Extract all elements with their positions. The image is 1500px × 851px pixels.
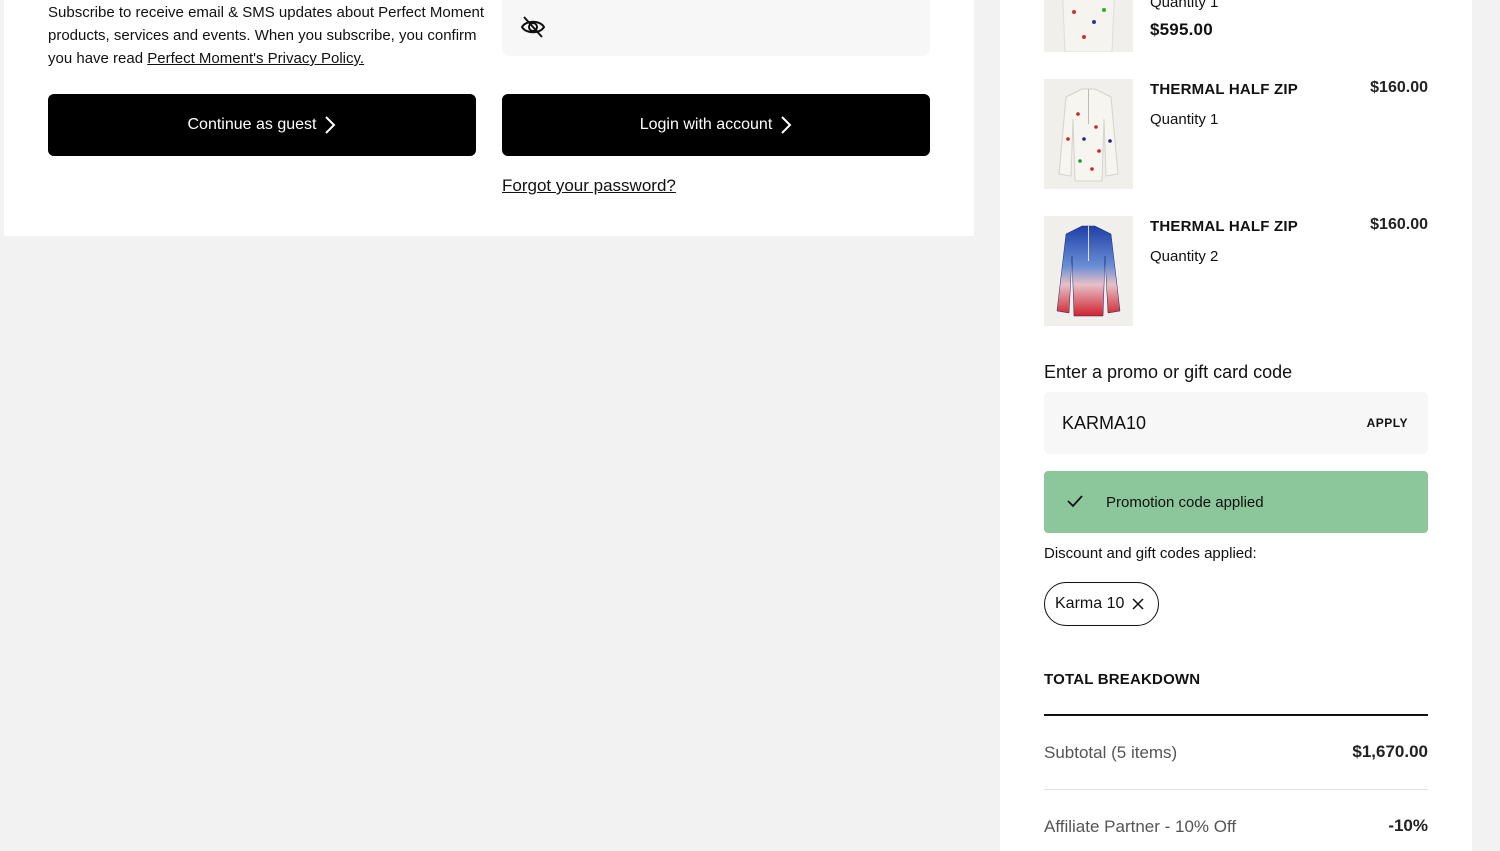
chevron-right-icon	[781, 116, 792, 134]
item-price: $160.00	[1370, 79, 1428, 96]
item-name: THERMAL HALF ZIP	[1150, 218, 1298, 235]
privacy-policy-link[interactable]: Perfect Moment's Privacy Policy.	[147, 50, 364, 67]
promo-success-text: Promotion code applied	[1106, 494, 1264, 511]
total-breakdown-heading: TOTAL BREAKDOWN	[1044, 671, 1201, 688]
cart-item: THERMAL HALF ZIP Quantity 2 $160.00	[1044, 216, 1428, 326]
promo-code-value[interactable]: KARMA10	[1062, 413, 1146, 434]
item-name: THERMAL HALF ZIP	[1150, 81, 1298, 98]
continue-as-guest-button[interactable]: Continue as guest	[48, 94, 476, 156]
product-image	[1044, 79, 1133, 189]
chevron-right-icon	[325, 116, 336, 134]
checkout-auth-card: Subscribe to receive email & SMS updates…	[4, 0, 974, 236]
check-icon	[1067, 495, 1083, 508]
subtotal-label: Subtotal (5 items)	[1044, 743, 1178, 762]
product-image	[1044, 216, 1133, 326]
hide-password-icon[interactable]	[520, 14, 546, 40]
divider	[1044, 714, 1428, 716]
login-with-account-button[interactable]: Login with account	[502, 94, 930, 156]
promo-code-input[interactable]: KARMA10 APPLY	[1044, 392, 1428, 454]
divider	[1044, 789, 1428, 790]
cart-item: THERMAL HALF ZIP Quantity 1 $160.00	[1044, 79, 1428, 189]
applied-code-chip[interactable]: Karma 10	[1044, 582, 1160, 626]
discount-line-value: -10%	[1388, 816, 1428, 835]
item-quantity: Quantity 1	[1150, 111, 1219, 128]
discount-line-label: Affiliate Partner - 10% Off	[1044, 817, 1237, 836]
cart-item: Quantity 1 $595.00	[1044, 0, 1428, 52]
promo-success-banner: Promotion code applied	[1044, 471, 1428, 533]
subscribe-disclaimer: Subscribe to receive email & SMS updates…	[48, 1, 488, 70]
product-image	[1044, 0, 1133, 52]
order-summary-panel: Quantity 1 $595.00 THERMAL HALF ZIP Quan…	[1000, 0, 1472, 851]
applied-code-label: Karma 10	[1055, 595, 1125, 612]
close-icon[interactable]	[1132, 598, 1144, 610]
password-input[interactable]	[502, 0, 930, 56]
continue-guest-label: Continue as guest	[187, 116, 317, 133]
apply-promo-button[interactable]: APPLY	[1367, 416, 1408, 430]
item-price: $595.00	[1150, 20, 1213, 39]
subtotal-value: $1,670.00	[1352, 742, 1428, 761]
promo-code-label: Enter a promo or gift card code	[1044, 362, 1293, 382]
forgot-password-link[interactable]: Forgot your password?	[502, 176, 676, 196]
applied-codes-label: Discount and gift codes applied:	[1044, 545, 1257, 562]
item-price: $160.00	[1370, 216, 1428, 233]
item-quantity: Quantity 2	[1150, 248, 1219, 265]
item-quantity: Quantity 1	[1150, 0, 1219, 11]
login-label: Login with account	[639, 116, 773, 133]
